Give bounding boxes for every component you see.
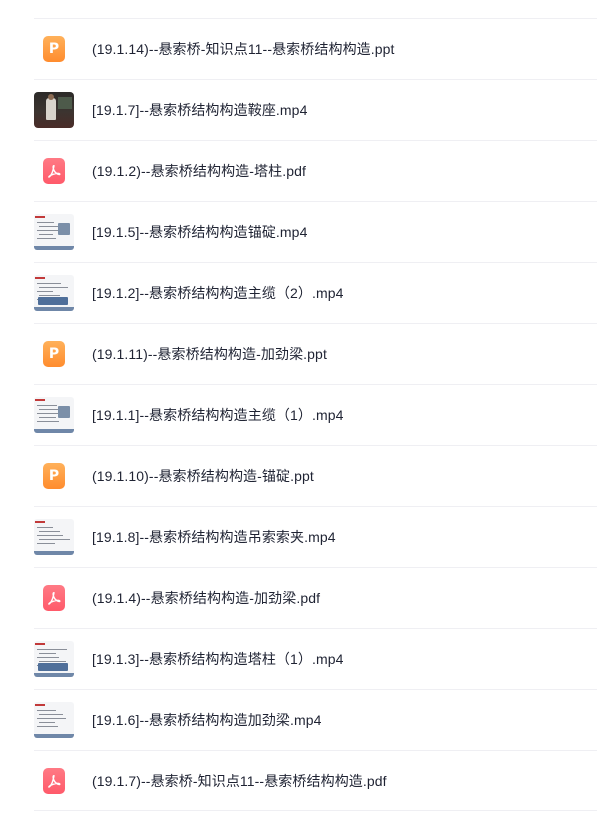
- video-thumbnail-icon: [34, 90, 74, 130]
- video-thumbnail-icon: [34, 212, 74, 252]
- ppt-icon: P: [34, 29, 74, 69]
- file-name: (19.1.2)--悬索桥结构构造-塔柱.pdf: [92, 163, 306, 179]
- file-row[interactable]: P (19.1.10)--悬索桥结构构造-锚碇.ppt: [34, 445, 597, 506]
- file-name: [19.1.5]--悬索桥结构构造锚碇.mp4: [92, 224, 308, 240]
- file-name: (19.1.7)--悬索桥-知识点11--悬索桥结构构造.pdf: [92, 772, 387, 789]
- pdf-icon: [34, 151, 74, 191]
- file-row[interactable]: (19.1.2)--悬索桥结构构造-塔柱.pdf: [34, 140, 597, 201]
- video-thumbnail-icon: [34, 700, 74, 740]
- file-name: [19.1.6]--悬索桥结构构造加劲梁.mp4: [92, 712, 322, 728]
- file-row[interactable]: [19.1.8]--悬索桥结构构造吊索索夹.mp4: [34, 506, 597, 567]
- file-name: (19.1.11)--悬索桥结构构造-加劲梁.ppt: [92, 346, 327, 362]
- file-name: [19.1.7]--悬索桥结构构造鞍座.mp4: [92, 102, 308, 118]
- file-name: [19.1.2]--悬索桥结构构造主缆（2）.mp4: [92, 285, 344, 301]
- ppt-icon: P: [34, 456, 74, 496]
- ppt-icon: P: [34, 334, 74, 374]
- file-row[interactable]: [19.1.7]--悬索桥结构构造鞍座.mp4: [34, 79, 597, 140]
- file-row[interactable]: P (19.1.14)--悬索桥-知识点11--悬索桥结构构造.ppt: [34, 18, 597, 79]
- file-row[interactable]: [19.1.6]--悬索桥结构构造加劲梁.mp4: [34, 689, 597, 750]
- video-thumbnail-icon: [34, 395, 74, 435]
- video-thumbnail-icon: [34, 273, 74, 313]
- file-list: P (19.1.14)--悬索桥-知识点11--悬索桥结构构造.ppt [19.1.…: [0, 0, 597, 811]
- pdf-icon: [34, 578, 74, 618]
- pdf-icon: [34, 761, 74, 801]
- file-row[interactable]: [19.1.2]--悬索桥结构构造主缆（2）.mp4: [34, 262, 597, 323]
- file-row[interactable]: [19.1.5]--悬索桥结构构造锚碇.mp4: [34, 201, 597, 262]
- video-thumbnail-icon: [34, 639, 74, 679]
- file-name: (19.1.4)--悬索桥结构构造-加劲梁.pdf: [92, 590, 321, 606]
- file-name: (19.1.14)--悬索桥-知识点11--悬索桥结构构造.ppt: [92, 41, 395, 57]
- file-row[interactable]: (19.1.7)--悬索桥-知识点11--悬索桥结构构造.pdf: [34, 750, 597, 811]
- file-row[interactable]: [19.1.1]--悬索桥结构构造主缆（1）.mp4: [34, 384, 597, 445]
- file-row[interactable]: [19.1.3]--悬索桥结构构造塔柱（1）.mp4: [34, 628, 597, 689]
- file-name: [19.1.3]--悬索桥结构构造塔柱（1）.mp4: [92, 651, 344, 667]
- video-thumbnail-icon: [34, 517, 74, 557]
- file-row[interactable]: (19.1.4)--悬索桥结构构造-加劲梁.pdf: [34, 567, 597, 628]
- file-name: [19.1.1]--悬索桥结构构造主缆（1）.mp4: [92, 407, 344, 423]
- file-row[interactable]: P (19.1.11)--悬索桥结构构造-加劲梁.ppt: [34, 323, 597, 384]
- file-name: [19.1.8]--悬索桥结构构造吊索索夹.mp4: [92, 529, 336, 545]
- file-name: (19.1.10)--悬索桥结构构造-锚碇.ppt: [92, 468, 314, 484]
